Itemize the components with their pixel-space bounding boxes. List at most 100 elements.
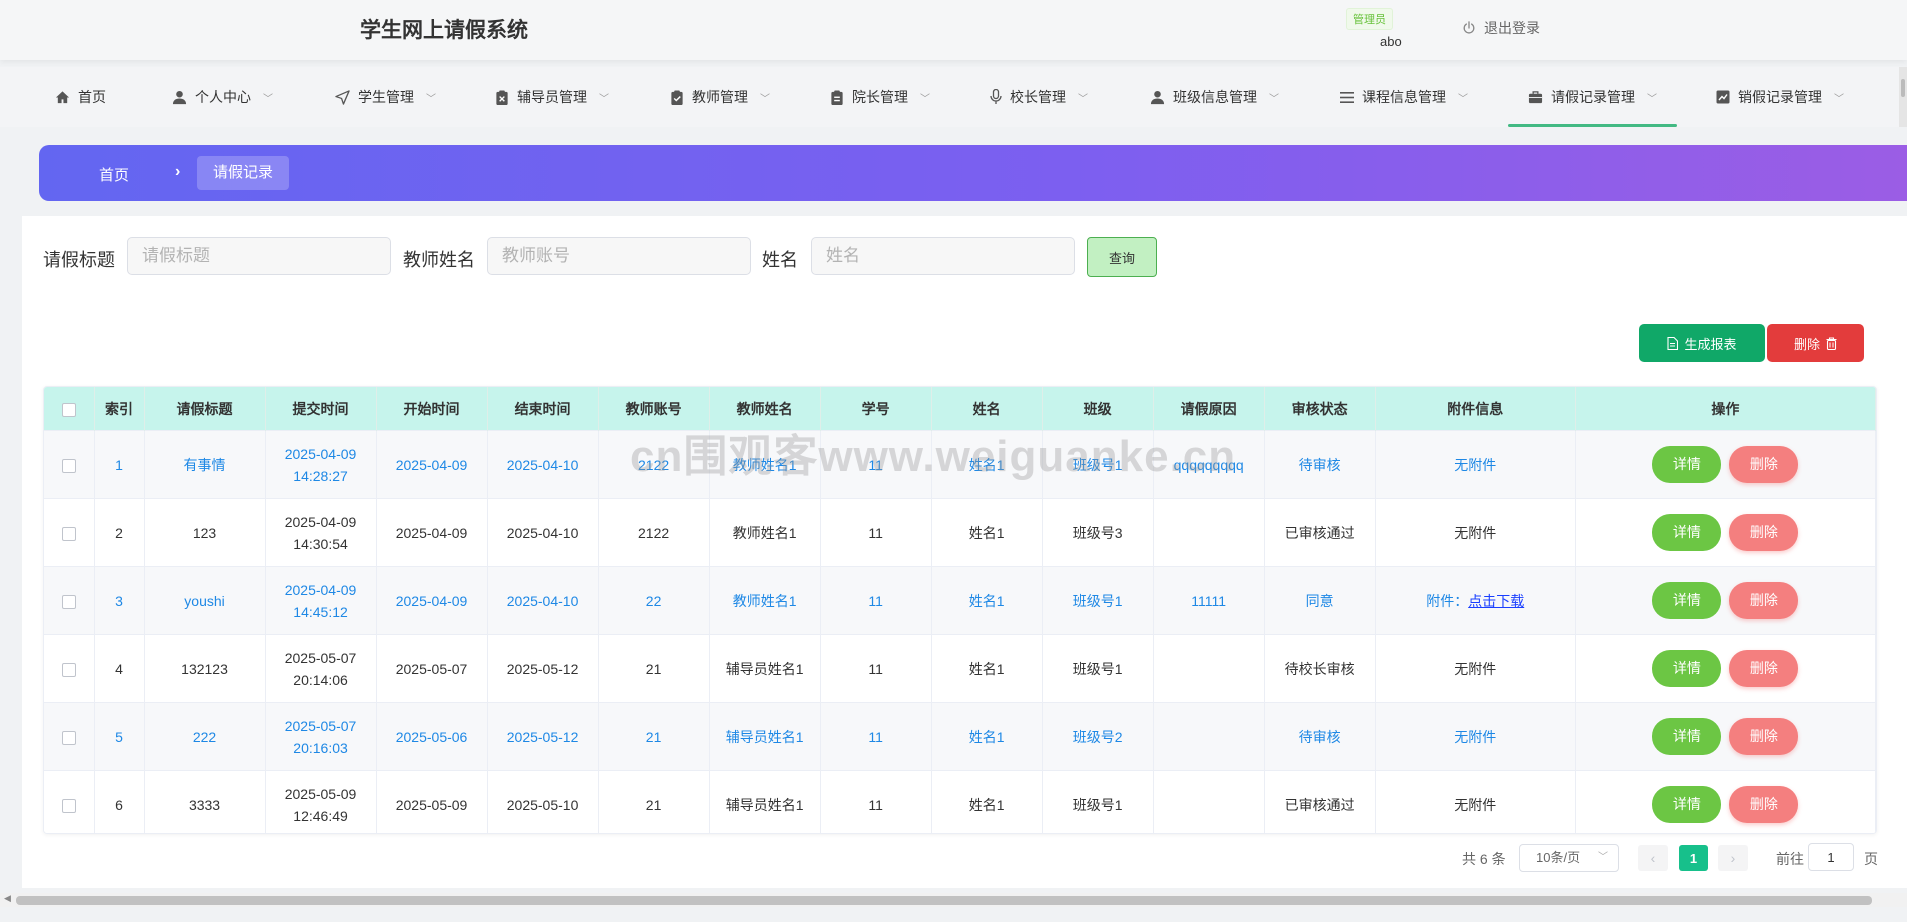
horizontal-scrollbar-thumb[interactable] <box>16 896 1872 905</box>
breadcrumb-home[interactable]: 首页 <box>99 164 129 185</box>
scroll-left-icon[interactable]: ◀ <box>4 893 11 904</box>
row-checkbox[interactable] <box>61 594 76 609</box>
detail-button[interactable]: 详情 <box>1652 514 1722 551</box>
cell-end: 2025-05-12 <box>487 702 599 771</box>
row-select-cell[interactable] <box>44 498 95 567</box>
cell-end: 2025-04-10 <box>487 498 599 567</box>
user-icon <box>172 90 187 105</box>
nav-item-home[interactable]: 首页 <box>55 67 106 127</box>
download-link[interactable]: 点击下载 <box>1468 593 1524 609</box>
detail-button[interactable]: 详情 <box>1652 582 1722 619</box>
batch-delete-button[interactable]: 删除 <box>1767 324 1864 362</box>
horizontal-scrollbar[interactable]: ◀ <box>0 893 1907 907</box>
logout-label: 退出登录 <box>1484 20 1540 36</box>
row-select-cell[interactable] <box>44 566 95 635</box>
nav-item-profile[interactable]: 个人中心 ﹀ <box>172 67 273 127</box>
cell-class: 班级号3 <box>1042 498 1154 567</box>
nav-item-classes[interactable]: 班级信息管理 ﹀ <box>1150 67 1279 127</box>
detail-button[interactable]: 详情 <box>1652 718 1722 755</box>
next-page-button[interactable]: › <box>1718 845 1748 871</box>
query-button[interactable]: 查询 <box>1087 237 1157 277</box>
cell-index: 3 <box>94 566 145 635</box>
app-header: 学生网上请假系统 管理员 abo 退出登录 <box>0 0 1907 60</box>
cell-start: 2025-05-06 <box>376 702 488 771</box>
nav-item-deans[interactable]: 院长管理 ﹀ <box>830 67 930 127</box>
nav-label: 个人中心 <box>195 89 251 105</box>
nav-item-courses[interactable]: 课程信息管理 ﹀ <box>1340 67 1468 127</box>
delete-button[interactable]: 删除 <box>1729 446 1799 483</box>
row-checkbox[interactable] <box>61 526 76 541</box>
nav-item-counselors[interactable]: 辅导员管理 ﹀ <box>495 67 609 127</box>
row-checkbox[interactable] <box>61 798 76 813</box>
delete-button[interactable]: 删除 <box>1729 786 1799 823</box>
table-row[interactable]: 4 132123 2025-05-07 20:14:06 2025-05-07 2025-… <box>44 634 1876 703</box>
select-all-cell[interactable] <box>44 387 95 431</box>
nav-label: 请假记录管理 <box>1551 89 1635 105</box>
row-checkbox[interactable] <box>61 662 76 677</box>
cell-class: 班级号1 <box>1042 566 1154 635</box>
attachment-text: 无附件 <box>1454 728 1497 745</box>
nav-item-students[interactable]: 学生管理 ﹀ <box>335 67 436 127</box>
submit-date: 2025-04-09 <box>284 445 357 462</box>
nav-item-return-records[interactable]: 销假记录管理 ﹀ <box>1716 67 1844 127</box>
breadcrumb-separator-icon: › <box>175 163 181 180</box>
column-header: 操作 <box>1575 387 1876 431</box>
page-number-current[interactable]: 1 <box>1679 845 1708 871</box>
table-row[interactable]: 3 youshi 2025-04-09 14:45:12 2025-04-09 2025-… <box>44 566 1876 635</box>
goto-page-input[interactable] <box>1808 843 1854 871</box>
generate-report-button[interactable]: 生成报表 <box>1639 324 1765 362</box>
select-all-checkbox[interactable] <box>61 402 76 417</box>
nav-scrollbar[interactable] <box>1899 67 1907 127</box>
cell-teacher-account: 2122 <box>598 430 710 499</box>
prev-page-button[interactable]: ‹ <box>1638 845 1668 871</box>
delete-button[interactable]: 删除 <box>1729 718 1799 755</box>
nav-label: 院长管理 <box>852 89 908 105</box>
table-row[interactable]: 5 222 2025-05-07 20:16:03 2025-05-06 2025-05-… <box>44 702 1876 771</box>
power-icon <box>1462 21 1476 35</box>
chevron-left-icon: ‹ <box>1650 850 1656 866</box>
submit-date: 2025-05-07 <box>284 717 357 734</box>
submit-date: 2025-05-09 <box>284 785 357 802</box>
chevron-down-icon: ﹀ <box>920 93 930 105</box>
cell-submit-time: 2025-04-09 14:45:12 <box>265 566 377 635</box>
search-name-input[interactable] <box>811 237 1075 275</box>
cell-teacher-account: 21 <box>598 702 710 771</box>
clipboard-icon <box>830 89 844 105</box>
cell-status: 待审核 <box>1264 702 1376 771</box>
row-select-cell[interactable] <box>44 770 95 833</box>
search-teacher-input[interactable] <box>487 237 751 275</box>
submit-clock: 20:14:06 <box>293 671 348 688</box>
cell-teacher-name: 辅导员姓名1 <box>709 702 821 771</box>
row-checkbox[interactable] <box>61 730 76 745</box>
table-row[interactable]: 1 有事情 2025-04-09 14:28:27 2025-04-09 2025-04-… <box>44 430 1876 499</box>
cell-reason <box>1153 498 1265 567</box>
nav-scrollbar-thumb[interactable] <box>1901 79 1905 97</box>
table-row[interactable]: 6 3333 2025-05-09 12:46:49 2025-05-09 2025-05… <box>44 770 1876 833</box>
delete-button[interactable]: 删除 <box>1729 582 1799 619</box>
column-header: 开始时间 <box>376 387 488 431</box>
nav-item-leave-records[interactable]: 请假记录管理 ﹀ <box>1508 67 1677 127</box>
nav-label: 销假记录管理 <box>1738 89 1822 105</box>
cell-teacher-name: 教师姓名1 <box>709 566 821 635</box>
detail-button[interactable]: 详情 <box>1652 446 1722 483</box>
nav-item-teachers[interactable]: 教师管理 ﹀ <box>670 67 770 127</box>
delete-button[interactable]: 删除 <box>1729 650 1799 687</box>
detail-button[interactable]: 详情 <box>1652 786 1722 823</box>
nav-item-principals[interactable]: 校长管理 ﹀ <box>990 67 1088 127</box>
row-checkbox[interactable] <box>61 458 76 473</box>
row-select-cell[interactable] <box>44 430 95 499</box>
cell-teacher-name: 辅导员姓名1 <box>709 634 821 703</box>
chevron-down-icon: ﹀ <box>1647 93 1657 105</box>
page-size-select[interactable]: 10条/页 ﹀ <box>1519 844 1619 872</box>
search-title-input[interactable] <box>127 237 391 275</box>
cell-status: 已审核通过 <box>1264 498 1376 567</box>
cell-class: 班级号1 <box>1042 634 1154 703</box>
logout-button[interactable]: 退出登录 <box>1462 18 1540 38</box>
cell-class: 班级号1 <box>1042 770 1154 833</box>
row-select-cell[interactable] <box>44 702 95 771</box>
chevron-down-icon: ﹀ <box>426 93 436 105</box>
row-select-cell[interactable] <box>44 634 95 703</box>
table-row[interactable]: 2 123 2025-04-09 14:30:54 2025-04-09 2025-04-… <box>44 498 1876 567</box>
detail-button[interactable]: 详情 <box>1652 650 1722 687</box>
delete-button[interactable]: 删除 <box>1729 514 1799 551</box>
